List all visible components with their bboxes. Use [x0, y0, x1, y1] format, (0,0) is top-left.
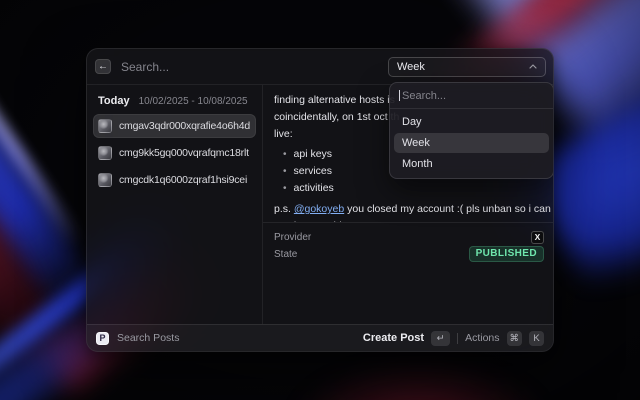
cmd-keycap-icon: ⌘ — [507, 331, 523, 346]
range-select[interactable]: Week — [388, 57, 546, 77]
bullet-text: activities — [294, 180, 334, 197]
post-id-label: cmg9kk5gq000vqrafqmc18rlt — [119, 147, 249, 159]
search-posts-dialog: ← Search... Week Today 10/02/2025 - 10/0… — [86, 48, 554, 352]
ps-rest: you closed my account :( pls unban so i … — [344, 203, 551, 215]
post-list-item[interactable]: cmgcdk1q6000zqraf1hsi9cei — [93, 168, 256, 192]
global-search-input[interactable]: Search... — [121, 60, 388, 74]
post-thumbnail — [98, 146, 112, 160]
x-logo-icon: X — [531, 231, 544, 244]
range-dropdown: Search... Day Week Month — [389, 82, 554, 179]
bullet-dot-icon: • — [283, 163, 287, 180]
dropdown-search-input[interactable]: Search... — [390, 83, 553, 109]
bullet-text: services — [294, 163, 333, 180]
app-logo-icon: P — [96, 332, 109, 345]
date-row: Today 10/02/2025 - 10/08/2025 — [93, 91, 256, 114]
post-list-sidebar: Today 10/02/2025 - 10/08/2025 cmgav3qdr0… — [87, 85, 263, 324]
post-id-label: cmgcdk1q6000zqraf1hsi9cei — [119, 174, 247, 186]
bullet-text: api keys — [294, 146, 333, 163]
back-button[interactable]: ← — [95, 59, 111, 74]
k-keycap-icon: K — [529, 331, 544, 346]
dropdown-options: Day Week Month — [390, 109, 553, 178]
app-name-label: Search Posts — [117, 332, 179, 344]
state-row: State PUBLISHED — [274, 246, 544, 262]
provider-label: Provider — [274, 232, 311, 243]
dropdown-option-month[interactable]: Month — [394, 154, 549, 174]
dropdown-option-week[interactable]: Week — [394, 133, 549, 153]
date-range: 10/02/2025 - 10/08/2025 — [139, 96, 248, 107]
bullet-dot-icon: • — [283, 146, 287, 163]
dialog-header: ← Search... Week — [87, 49, 553, 85]
footer-actions: Create Post ↵ Actions ⌘ K — [363, 331, 544, 346]
post-thumbnail — [98, 119, 112, 133]
create-post-button[interactable]: Create Post — [363, 332, 424, 344]
post-id-label: cmgav3qdr000xqrafie4o6h4d — [119, 120, 250, 132]
enter-keycap-icon: ↵ — [431, 331, 450, 346]
post-list-item[interactable]: cmgav3qdr000xqrafie4o6h4d — [93, 114, 256, 138]
text-cursor — [399, 90, 400, 101]
ps-prefix: p.s. — [274, 203, 294, 215]
arrow-left-icon: ← — [98, 62, 108, 72]
state-label: State — [274, 249, 297, 260]
footer-bar: P Search Posts Create Post ↵ Actions ⌘ K — [87, 324, 553, 351]
post-thumbnail — [98, 173, 112, 187]
post-meta-section: Provider X State PUBLISHED — [263, 222, 553, 263]
chevron-up-icon — [529, 64, 537, 69]
bullet-dot-icon: • — [283, 180, 287, 197]
dropdown-search-placeholder: Search... — [402, 90, 446, 102]
dropdown-option-day[interactable]: Day — [394, 112, 549, 132]
actions-button[interactable]: Actions — [465, 332, 499, 344]
group-label-today: Today — [98, 95, 130, 107]
ps-line: p.s. @gokoyeb you closed my account :( p… — [274, 201, 545, 218]
mention-link[interactable]: @gokoyeb — [294, 203, 344, 215]
post-list-item[interactable]: cmg9kk5gq000vqrafqmc18rlt — [93, 141, 256, 165]
range-select-value: Week — [397, 61, 425, 73]
bullet-item: • activities — [274, 180, 545, 197]
provider-row: Provider X — [274, 229, 544, 245]
published-status-badge: PUBLISHED — [469, 246, 544, 262]
footer-divider — [457, 333, 458, 344]
